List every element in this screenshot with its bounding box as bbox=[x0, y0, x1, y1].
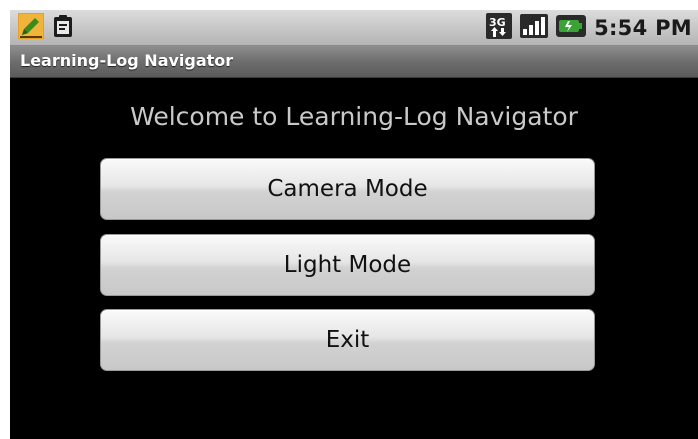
edit-pencil-icon[interactable] bbox=[18, 13, 44, 43]
title-bar: Learning-Log Navigator bbox=[10, 46, 698, 78]
status-clock: 5:54 PM bbox=[594, 16, 692, 40]
camera-mode-button[interactable]: Camera Mode bbox=[100, 158, 595, 220]
light-mode-button[interactable]: Light Mode bbox=[100, 234, 595, 296]
clipboard-icon[interactable] bbox=[52, 14, 74, 42]
3g-data-icon: 3G bbox=[486, 13, 513, 43]
battery-icon bbox=[556, 15, 587, 41]
welcome-text: Welcome to Learning-Log Navigator bbox=[130, 102, 578, 131]
status-bar: 3G 5:54 PM bbox=[10, 10, 698, 46]
system-icons: 3G 5:54 PM bbox=[486, 10, 692, 46]
notification-icons bbox=[18, 13, 74, 43]
exit-button[interactable]: Exit bbox=[100, 309, 595, 371]
signal-strength-icon bbox=[520, 14, 549, 42]
app-title: Learning-Log Navigator bbox=[20, 51, 234, 70]
3g-label: 3G bbox=[489, 16, 506, 29]
phone-screen: 3G 5:54 PM Learning-Log Navigator Welcom… bbox=[10, 10, 698, 439]
